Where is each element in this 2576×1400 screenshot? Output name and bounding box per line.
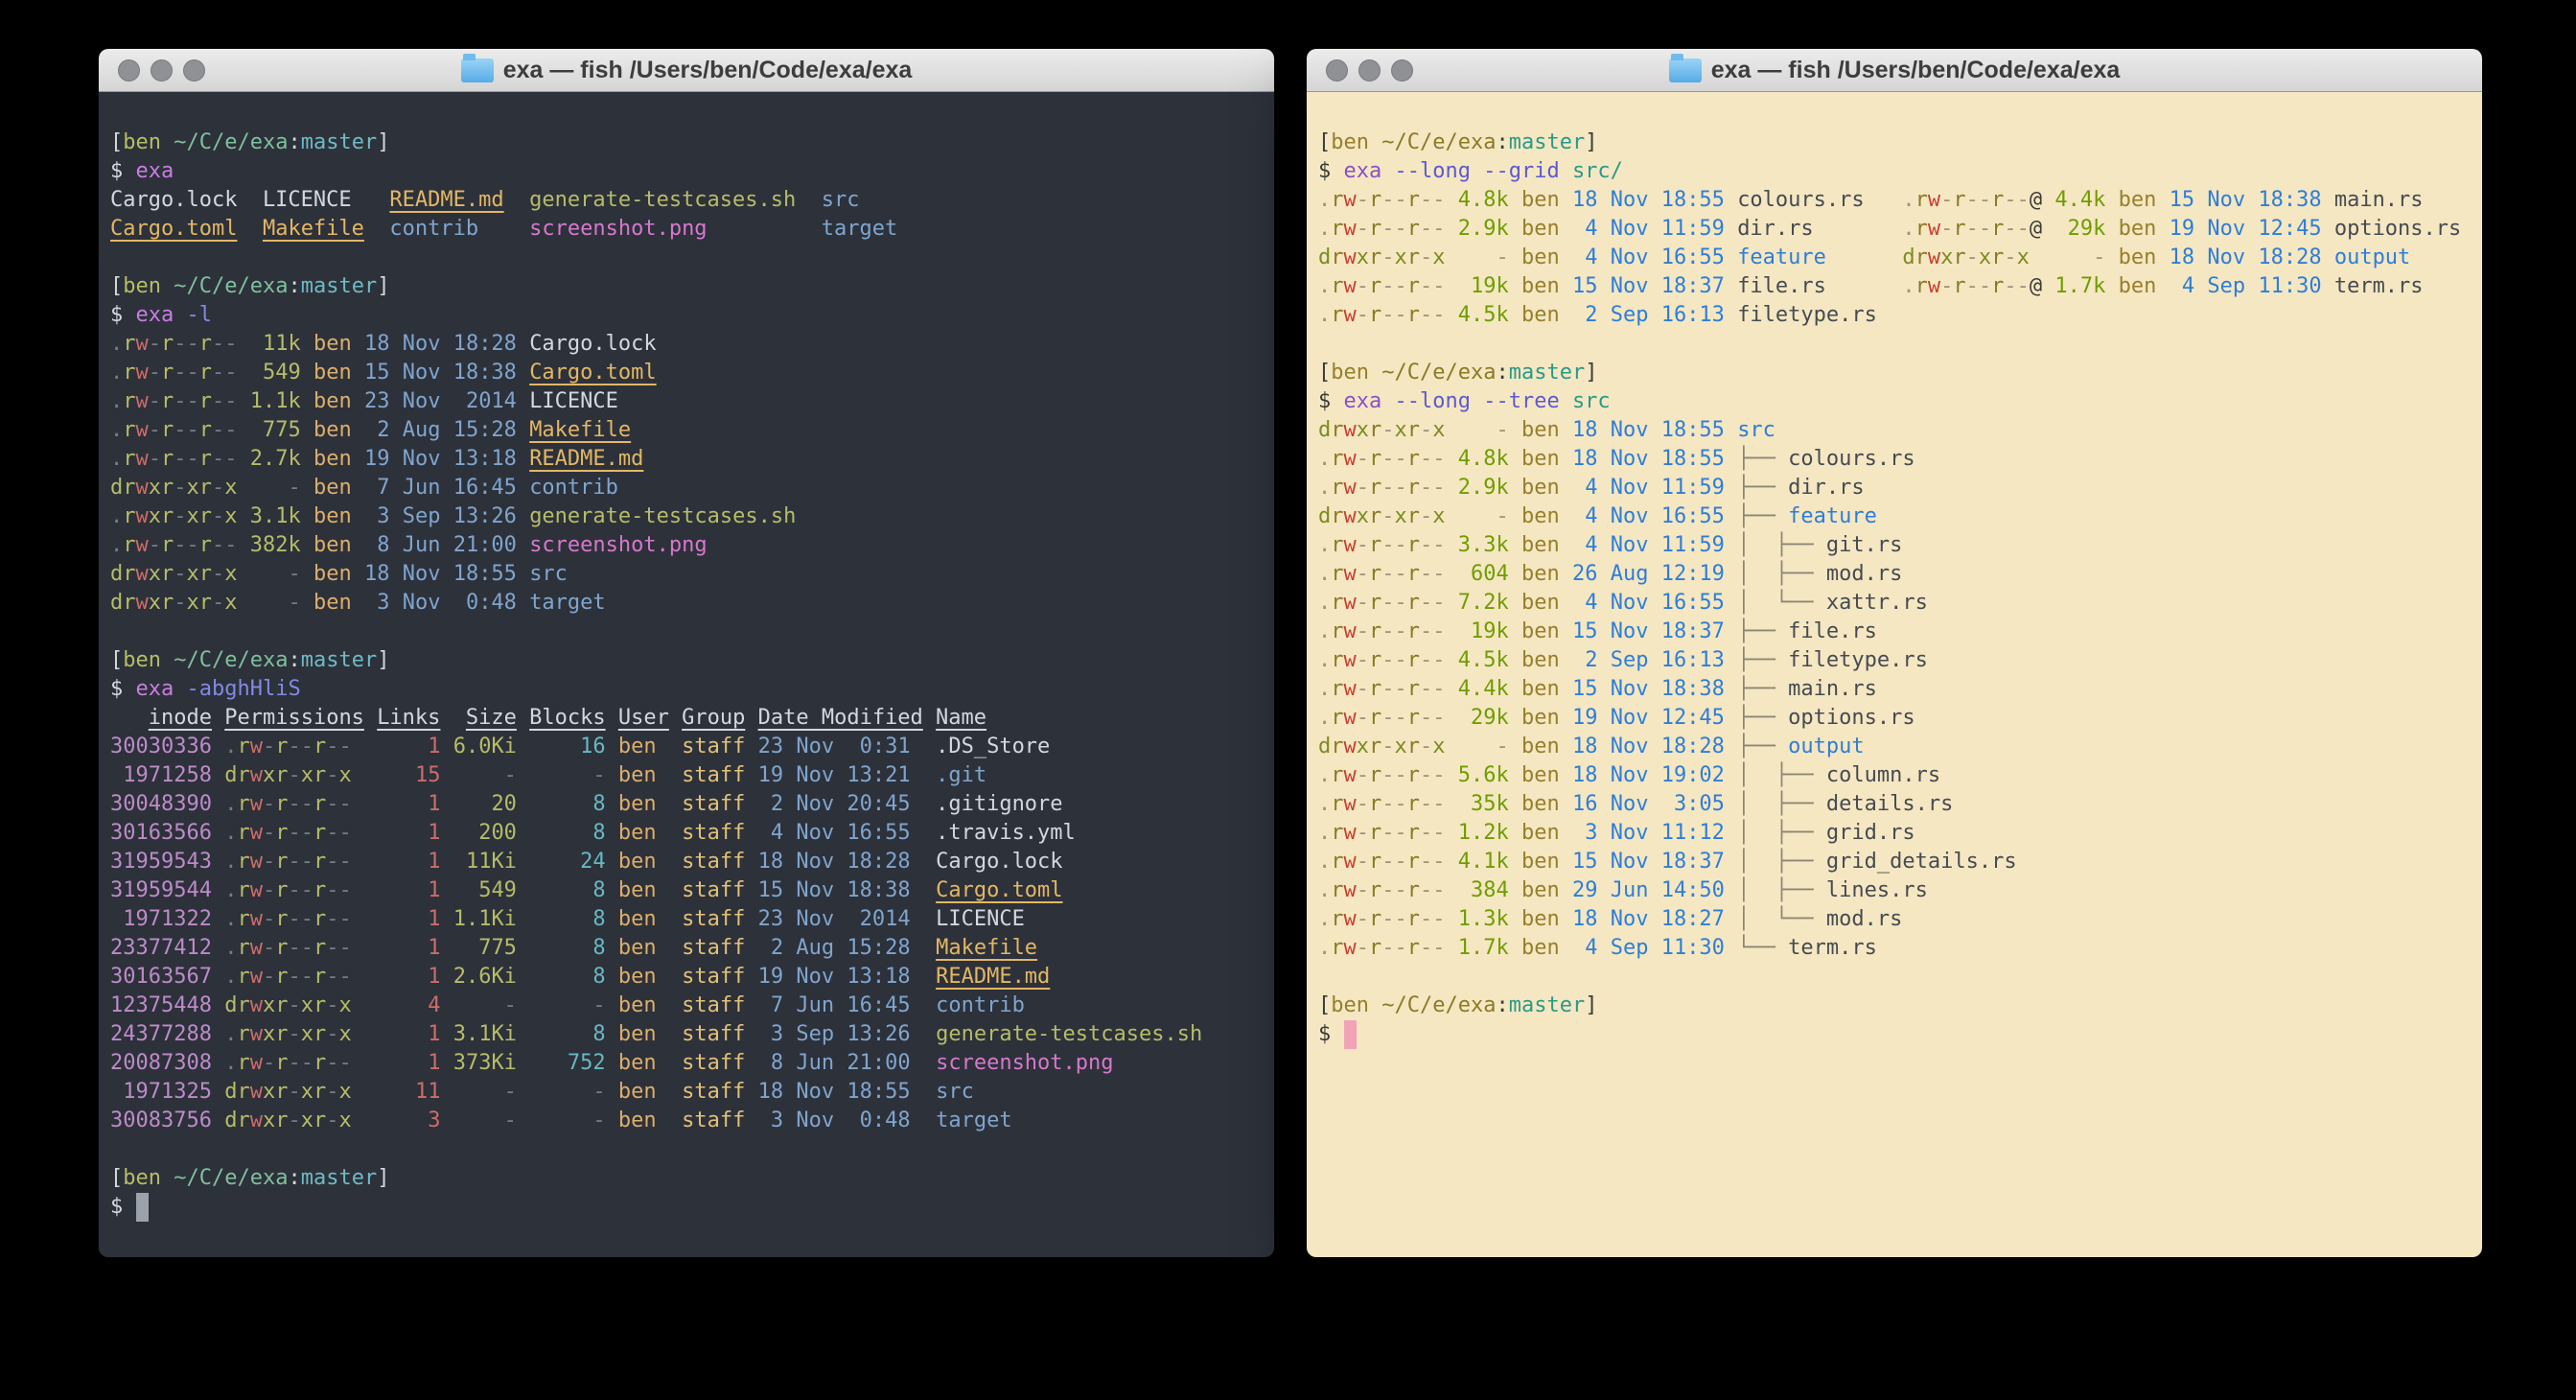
terminal-line: .rw-r--r-- 382k ben 8 Jun 21:00 screensh… (110, 531, 1274, 560)
titlebar[interactable]: exa — fish /Users/ben/Code/exa/exa (1307, 49, 2482, 92)
terminal-line: $ (110, 1193, 1274, 1222)
terminal-line (1318, 330, 2482, 359)
terminal-line: .rw-r--r-- 4.1k ben 15 Nov 18:37 │ ├── g… (1318, 848, 2482, 876)
terminal-line: 23377412 .rw-r--r-- 1 775 8 ben staff 2 … (110, 934, 1274, 963)
terminal-line: .rw-r--r-- 775 ben 2 Aug 15:28 Makefile (110, 416, 1274, 445)
terminal-line: drwxr-xr-x - ben 4 Nov 16:55 feature drw… (1318, 244, 2482, 272)
terminal-line: .rw-r--r-- 1.1k ben 23 Nov 2014 LICENCE (110, 387, 1274, 416)
terminal-line: drwxr-xr-x - ben 18 Nov 18:28 ├── output (1318, 733, 2482, 761)
terminal-line: [ben ~/C/e/exa:master] (110, 128, 1274, 157)
terminal-line: Cargo.lock LICENCE README.md generate-te… (110, 186, 1274, 215)
terminal-window-dark: exa — fish /Users/ben/Code/exa/exa [ben … (99, 49, 1274, 1257)
terminal-line: [ben ~/C/e/exa:master] (110, 272, 1274, 301)
terminal-line: 1971258 drwxr-xr-x 15 - - ben staff 19 N… (110, 761, 1274, 790)
terminal-line: .rw-r--r-- 4.8k ben 18 Nov 18:55 colours… (1318, 186, 2482, 215)
terminal-line: inode Permissions Links Size Blocks User… (110, 704, 1274, 733)
terminal-line (110, 244, 1274, 272)
terminal-line: $ (1318, 1020, 2482, 1049)
terminal-line: .rw-r--r-- 4.4k ben 15 Nov 18:38 ├── mai… (1318, 675, 2482, 704)
terminal-line: .rw-r--r-- 604 ben 26 Aug 12:19 │ ├── mo… (1318, 560, 2482, 589)
titlebar[interactable]: exa — fish /Users/ben/Code/exa/exa (99, 49, 1274, 92)
terminal-line: [ben ~/C/e/exa:master] (1318, 128, 2482, 157)
terminal-line: drwxr-xr-x - ben 3 Nov 0:48 target (110, 589, 1274, 618)
terminal-line: 20087308 .rw-r--r-- 1 373Ki 752 ben staf… (110, 1049, 1274, 1078)
terminal-line (110, 618, 1274, 646)
terminal-line: .rw-r--r-- 2.9k ben 4 Nov 11:59 ├── dir.… (1318, 474, 2482, 502)
terminal-line: .rw-r--r-- 384 ben 29 Jun 14:50 │ ├── li… (1318, 876, 2482, 905)
close-button[interactable] (118, 59, 140, 82)
terminal-line: .rw-r--r-- 5.6k ben 18 Nov 19:02 │ ├── c… (1318, 761, 2482, 790)
terminal-line: .rw-r--r-- 1.2k ben 3 Nov 11:12 │ ├── gr… (1318, 819, 2482, 848)
terminal-line: 31959543 .rw-r--r-- 1 11Ki 24 ben staff … (110, 848, 1274, 876)
terminal-cursor (136, 1193, 149, 1222)
minimize-button[interactable] (151, 59, 173, 82)
terminal-line: .rw-r--r-- 4.5k ben 2 Sep 16:13 filetype… (1318, 301, 2482, 330)
terminal-line: 30163566 .rw-r--r-- 1 200 8 ben staff 4 … (110, 819, 1274, 848)
terminal-line: drwxr-xr-x - ben 18 Nov 18:55 src (1318, 416, 2482, 445)
terminal-line: 24377288 .rwxr-xr-x 1 3.1Ki 8 ben staff … (110, 1020, 1274, 1049)
terminal-line: 30083756 drwxr-xr-x 3 - - ben staff 3 No… (110, 1107, 1274, 1135)
terminal-line: 31959544 .rw-r--r-- 1 549 8 ben staff 15… (110, 876, 1274, 905)
terminal-cursor (1344, 1020, 1357, 1049)
terminal-line: $ exa -l (110, 301, 1274, 330)
window-title: exa — fish /Users/ben/Code/exa/exa (461, 57, 913, 84)
zoom-button[interactable] (1391, 59, 1413, 82)
terminal-line: .rw-r--r-- 35k ben 16 Nov 3:05 │ ├── det… (1318, 790, 2482, 819)
terminal-line: $ exa (110, 157, 1274, 186)
terminal-line: .rw-r--r-- 2.9k ben 4 Nov 11:59 dir.rs .… (1318, 215, 2482, 244)
window-title: exa — fish /Users/ben/Code/exa/exa (1669, 57, 2121, 84)
minimize-button[interactable] (1358, 59, 1381, 82)
terminal-line: [ben ~/C/e/exa:master] (110, 1164, 1274, 1193)
terminal-line: .rw-r--r-- 11k ben 18 Nov 18:28 Cargo.lo… (110, 330, 1274, 359)
close-button[interactable] (1326, 59, 1348, 82)
terminal-line (110, 1135, 1274, 1164)
window-title-text: exa — fish /Users/ben/Code/exa/exa (503, 57, 913, 84)
terminal-line: Cargo.toml Makefile contrib screenshot.p… (110, 215, 1274, 244)
window-title-text: exa — fish /Users/ben/Code/exa/exa (1711, 57, 2121, 84)
terminal-line: .rw-r--r-- 19k ben 15 Nov 18:37 ├── file… (1318, 618, 2482, 646)
terminal-line: .rwxr-xr-x 3.1k ben 3 Sep 13:26 generate… (110, 502, 1274, 531)
terminal-line: [ben ~/C/e/exa:master] (1318, 992, 2482, 1020)
terminal-screen-light[interactable]: [ben ~/C/e/exa:master]$ exa --long --gri… (1307, 92, 2482, 1257)
terminal-window-light: exa — fish /Users/ben/Code/exa/exa [ben … (1307, 49, 2482, 1257)
terminal-line: .rw-r--r-- 4.5k ben 2 Sep 16:13 ├── file… (1318, 646, 2482, 675)
terminal-line: $ exa --long --grid src/ (1318, 157, 2482, 186)
terminal-line: .rw-r--r-- 2.7k ben 19 Nov 13:18 README.… (110, 445, 1274, 474)
terminal-line: $ exa -abghHliS (110, 675, 1274, 704)
terminal-line: 30030336 .rw-r--r-- 1 6.0Ki 16 ben staff… (110, 733, 1274, 761)
terminal-line: 30048390 .rw-r--r-- 1 20 8 ben staff 2 N… (110, 790, 1274, 819)
folder-icon (1669, 58, 1702, 82)
terminal-line: .rw-r--r-- 29k ben 19 Nov 12:45 ├── opti… (1318, 704, 2482, 733)
terminal-screen-dark[interactable]: [ben ~/C/e/exa:master]$ exaCargo.lock LI… (99, 92, 1274, 1257)
terminal-line: .rw-r--r-- 1.7k ben 4 Sep 11:30 └── term… (1318, 934, 2482, 963)
terminal-line: drwxr-xr-x - ben 18 Nov 18:55 src (110, 560, 1274, 589)
traffic-lights (118, 49, 205, 91)
terminal-line: drwxr-xr-x - ben 4 Nov 16:55 ├── feature (1318, 502, 2482, 531)
desktop: { "left_terminal": { "title": "exa — fis… (0, 0, 2576, 1400)
terminal-line: 1971325 drwxr-xr-x 11 - - ben staff 18 N… (110, 1078, 1274, 1107)
terminal-line: [ben ~/C/e/exa:master] (110, 646, 1274, 675)
terminal-line: .rw-r--r-- 3.3k ben 4 Nov 11:59 │ ├── gi… (1318, 531, 2482, 560)
terminal-line: .rw-r--r-- 1.3k ben 18 Nov 18:27 │ └── m… (1318, 905, 2482, 934)
traffic-lights (1326, 49, 1413, 91)
zoom-button[interactable] (183, 59, 205, 82)
terminal-line: [ben ~/C/e/exa:master] (1318, 359, 2482, 387)
terminal-line: $ exa --long --tree src (1318, 387, 2482, 416)
terminal-line: .rw-r--r-- 4.8k ben 18 Nov 18:55 ├── col… (1318, 445, 2482, 474)
terminal-line: drwxr-xr-x - ben 7 Jun 16:45 contrib (110, 474, 1274, 502)
terminal-line: 1971322 .rw-r--r-- 1 1.1Ki 8 ben staff 2… (110, 905, 1274, 934)
terminal-line: .rw-r--r-- 19k ben 15 Nov 18:37 file.rs … (1318, 272, 2482, 301)
folder-icon (461, 58, 494, 82)
terminal-line (1318, 963, 2482, 992)
terminal-line: .rw-r--r-- 549 ben 15 Nov 18:38 Cargo.to… (110, 359, 1274, 387)
terminal-line: 12375448 drwxr-xr-x 4 - - ben staff 7 Ju… (110, 992, 1274, 1020)
terminal-line: .rw-r--r-- 7.2k ben 4 Nov 16:55 │ └── xa… (1318, 589, 2482, 618)
terminal-line: 30163567 .rw-r--r-- 1 2.6Ki 8 ben staff … (110, 963, 1274, 992)
